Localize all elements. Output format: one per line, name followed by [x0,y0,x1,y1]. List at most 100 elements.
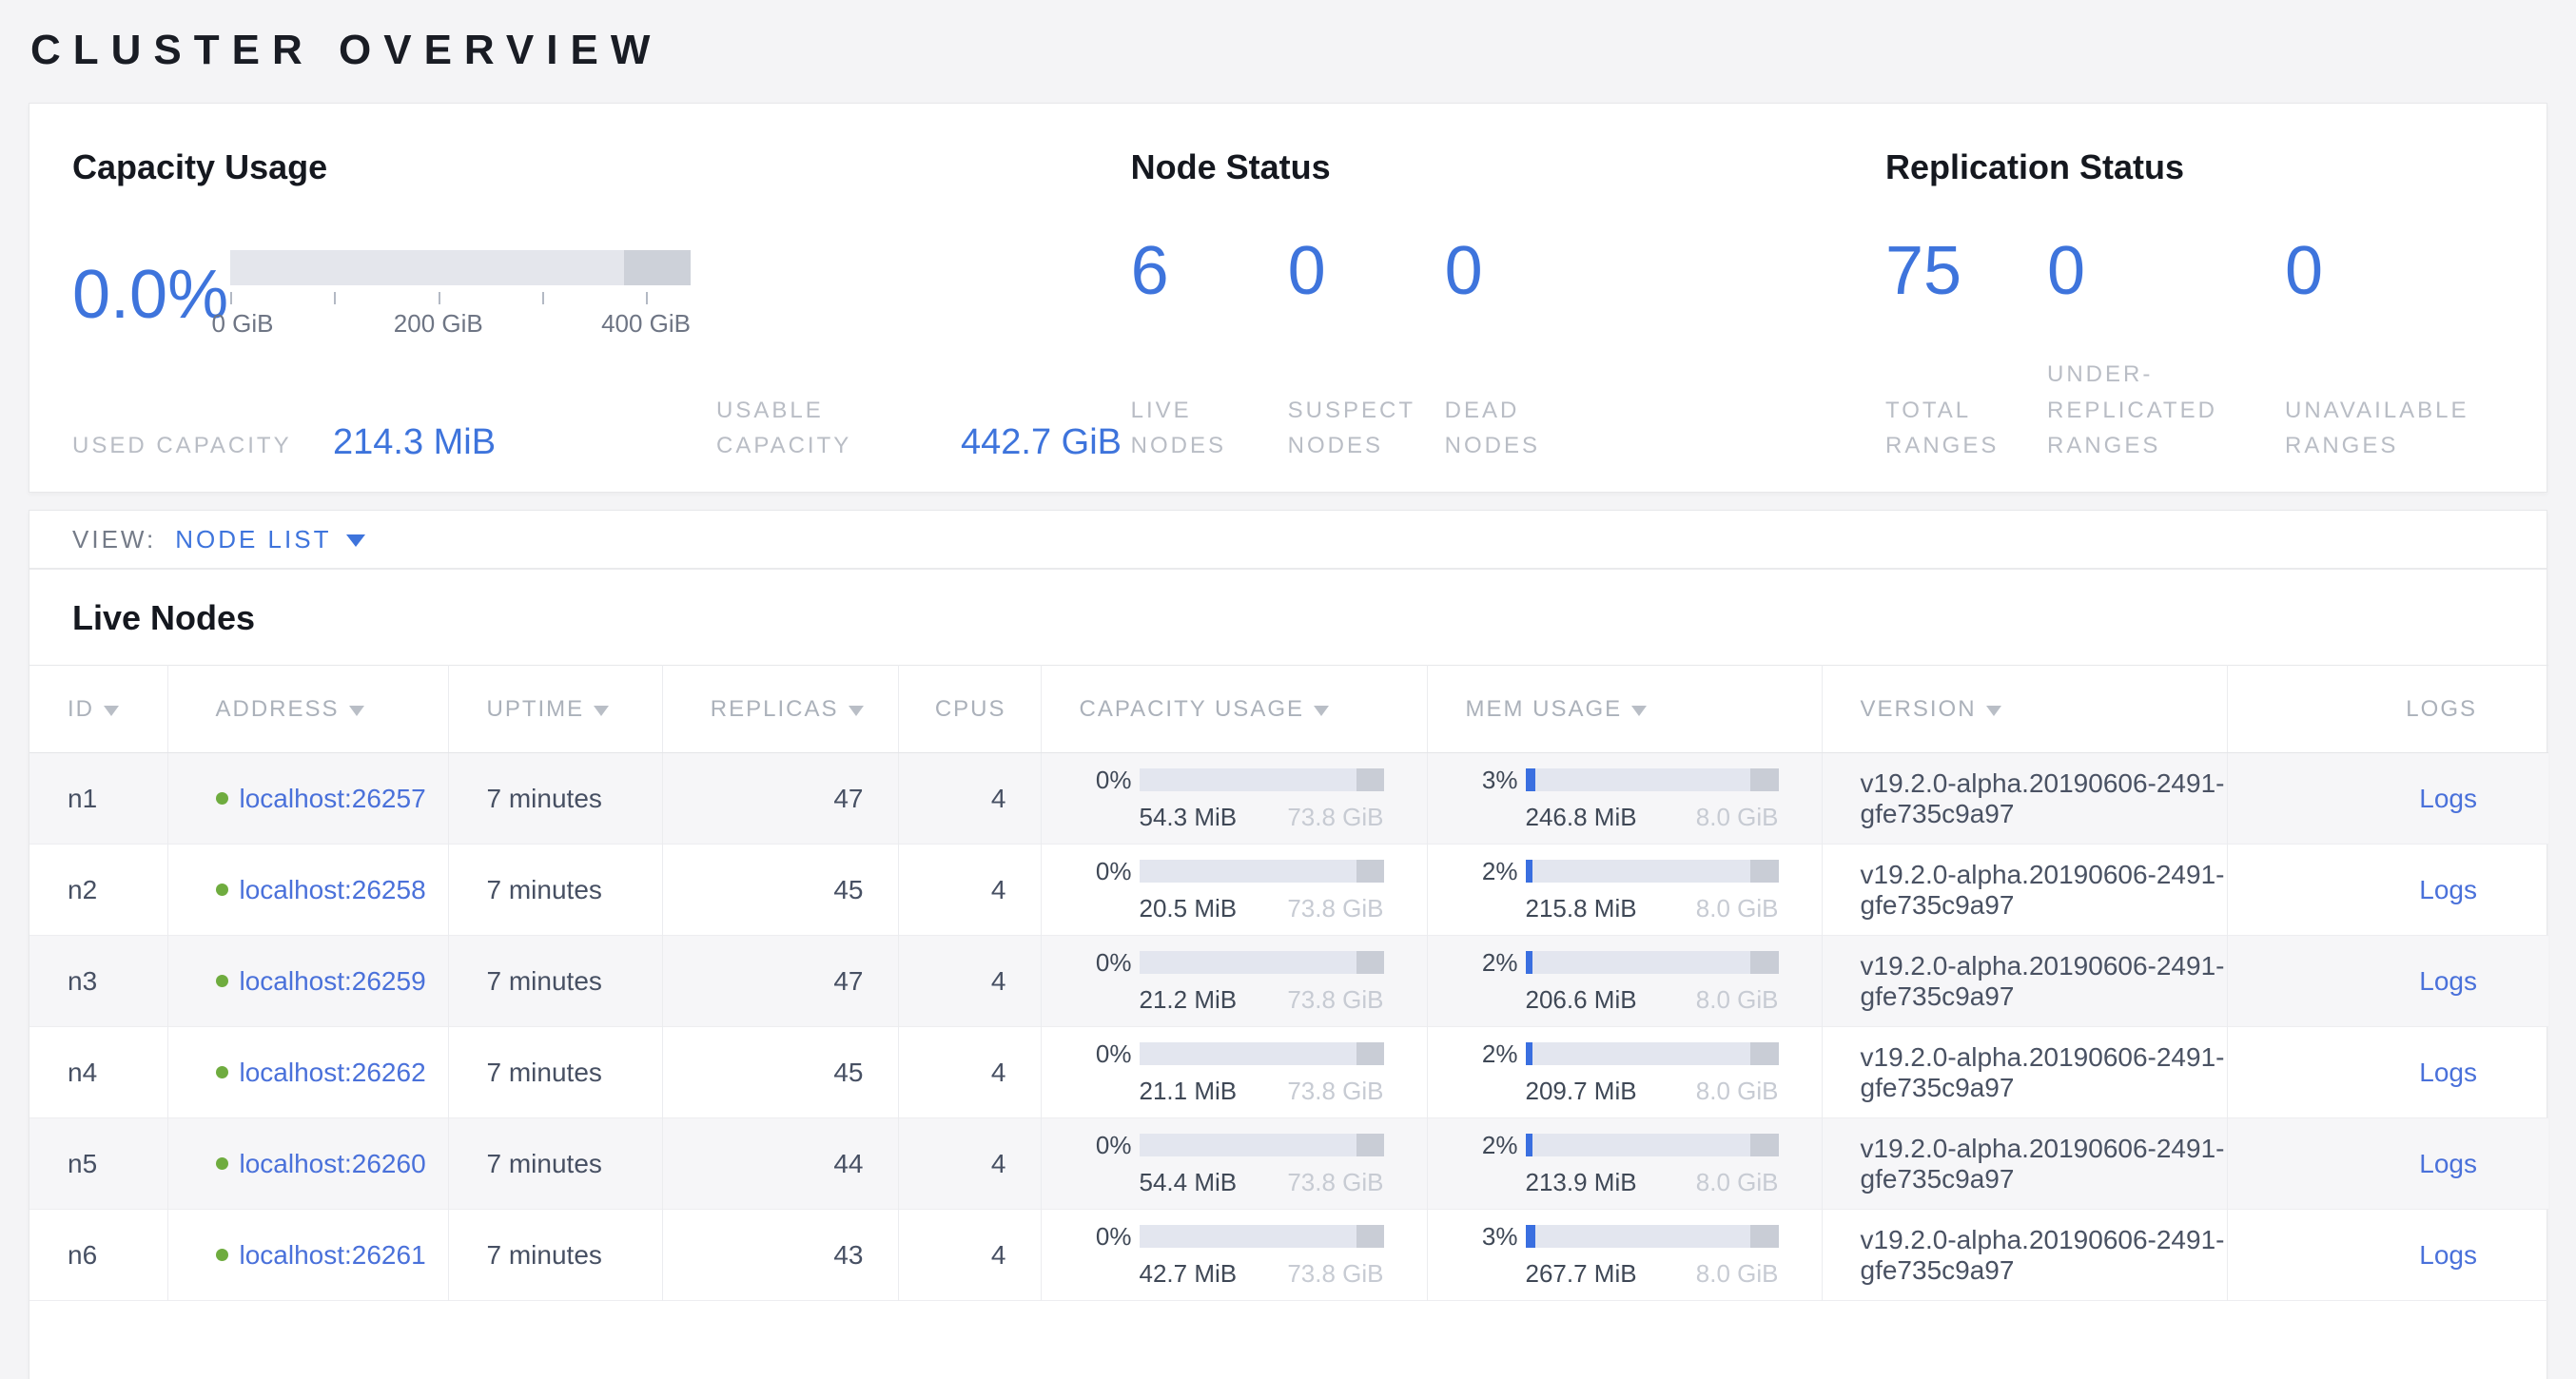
version-cell: v19.2.0-alpha.20190606-2491-gfe735c9a97 [1822,845,2227,936]
suspect-nodes-label: SUSPECT NODES [1288,393,1445,463]
used-capacity-label: USED CAPACITY [72,428,331,463]
mem-used-value: 206.6 MiB [1526,985,1637,1015]
capacity-usage-cell: 0% 54.4 MiB 73.8 GiB [1041,1118,1427,1210]
mem-used-value: 267.7 MiB [1526,1259,1637,1289]
column-header-uptime[interactable]: UPTIME [448,666,662,753]
logs-link[interactable]: Logs [2419,1058,2477,1087]
uptime-cell: 7 minutes [448,1027,662,1118]
unavailable-ranges-value: 0 [2285,237,2504,305]
mem-usage-bar [1526,1225,1779,1248]
capacity-total-value: 73.8 GiB [1287,985,1383,1015]
view-selector-dropdown[interactable]: NODE LIST [175,525,365,554]
capacity-usage-title: Capacity Usage [72,147,1131,187]
capacity-usage-section: Capacity Usage 0.0% [72,147,1131,492]
column-header-address[interactable]: ADDRESS [167,666,448,753]
mem-percent-label: 2% [1466,1039,1518,1069]
node-address-cell: localhost:26257 [167,753,448,845]
capacity-bar-unusable-segment [624,250,691,285]
mem-usage-cell: 2% 213.9 MiB 8.0 GiB [1427,1118,1822,1210]
node-address-link[interactable]: localhost:26261 [240,1240,426,1270]
node-address-link[interactable]: localhost:26259 [240,966,426,996]
column-header-capacity-usage[interactable]: CAPACITY USAGE [1041,666,1427,753]
node-live-status-icon [216,1066,228,1078]
column-header-replicas[interactable]: REPLICAS [662,666,898,753]
uptime-cell: 7 minutes [448,1118,662,1210]
capacity-percent-label: 0% [1080,948,1132,978]
capacity-usage-bar [1140,951,1384,974]
uptime-cell: 7 minutes [448,1210,662,1301]
node-address-cell: localhost:26261 [167,1210,448,1301]
dead-nodes-label: DEAD NODES [1445,393,1602,463]
total-ranges-stat: 75 TOTAL RANGES [1885,237,2047,463]
mem-total-value: 8.0 GiB [1696,803,1779,832]
unavailable-ranges-label: UNAVAILABLE RANGES [2285,393,2504,463]
cpus-cell: 4 [898,1027,1041,1118]
logs-link[interactable]: Logs [2419,784,2477,813]
table-row: n3 localhost:26259 7 minutes 47 4 0% 21.… [29,936,2548,1027]
column-header-logs: LOGS [2227,666,2548,753]
mem-usage-bar [1526,1134,1779,1156]
under-replicated-ranges-label: UNDER-REPLICATED RANGES [2047,357,2285,463]
capacity-percent: 0.0% [72,261,230,329]
capacity-total-value: 73.8 GiB [1287,894,1383,923]
total-ranges-label: TOTAL RANGES [1885,393,2047,463]
logs-link[interactable]: Logs [2419,1240,2477,1270]
capacity-used-value: 54.3 MiB [1140,803,1238,832]
replicas-cell: 47 [662,753,898,845]
node-address-link[interactable]: localhost:26257 [240,784,426,813]
under-replicated-ranges-stat: 0 UNDER-REPLICATED RANGES [2047,237,2285,463]
mem-total-value: 8.0 GiB [1696,1259,1779,1289]
dead-nodes-value: 0 [1445,237,1602,305]
cpus-cell: 4 [898,1118,1041,1210]
mem-used-value: 215.8 MiB [1526,894,1637,923]
view-bar: VIEW: NODE LIST [29,511,2547,570]
used-capacity-value: 214.3 MiB [333,423,496,463]
node-address-link[interactable]: localhost:26262 [240,1058,426,1087]
live-nodes-value: 6 [1131,237,1288,305]
axis-label-400: 400 GiB [601,309,691,339]
capacity-usage-cell: 0% 42.7 MiB 73.8 GiB [1041,1210,1427,1301]
cluster-overview-page: CLUSTER OVERVIEW Capacity Usage 0.0% [0,0,2576,1379]
column-header-id[interactable]: ID [29,666,167,753]
node-id-cell: n3 [29,936,167,1027]
column-header-mem-usage[interactable]: MEM USAGE [1427,666,1822,753]
capacity-used-value: 21.2 MiB [1140,985,1238,1015]
replication-status-title: Replication Status [1885,147,2504,187]
node-live-status-icon [216,1157,228,1170]
capacity-total-value: 73.8 GiB [1287,1168,1383,1197]
unavailable-ranges-stat: 0 UNAVAILABLE RANGES [2285,237,2504,463]
capacity-percent-label: 0% [1080,857,1132,886]
logs-cell: Logs [2227,1027,2548,1118]
logs-link[interactable]: Logs [2419,1149,2477,1178]
view-selected-option: NODE LIST [175,525,331,554]
capacity-used-value: 42.7 MiB [1140,1259,1238,1289]
logs-cell: Logs [2227,1118,2548,1210]
node-address-link[interactable]: localhost:26258 [240,875,426,904]
logs-link[interactable]: Logs [2419,875,2477,904]
sort-arrow-icon [349,706,364,716]
mem-usage-bar [1526,1042,1779,1065]
table-row: n2 localhost:26258 7 minutes 45 4 0% 20.… [29,845,2548,936]
node-address-link[interactable]: localhost:26260 [240,1149,426,1178]
logs-link[interactable]: Logs [2419,966,2477,996]
capacity-percent-label: 0% [1080,1131,1132,1160]
mem-usage-bar [1526,860,1779,883]
node-address-cell: localhost:26262 [167,1027,448,1118]
live-nodes-label: LIVE NODES [1131,393,1288,463]
replicas-cell: 43 [662,1210,898,1301]
logs-cell: Logs [2227,845,2548,936]
mem-usage-cell: 2% 215.8 MiB 8.0 GiB [1427,845,1822,936]
mem-usage-bar [1526,768,1779,791]
suspect-nodes-value: 0 [1288,237,1445,305]
capacity-usage-bar [1140,768,1384,791]
node-address-cell: localhost:26259 [167,936,448,1027]
total-ranges-value: 75 [1885,237,2047,305]
column-header-version[interactable]: VERSION [1822,666,2227,753]
mem-percent-label: 2% [1466,1131,1518,1160]
table-row: n4 localhost:26262 7 minutes 45 4 0% 21.… [29,1027,2548,1118]
suspect-nodes-stat: 0 SUSPECT NODES [1288,237,1445,463]
capacity-used-value: 54.4 MiB [1140,1168,1238,1197]
capacity-used-value: 20.5 MiB [1140,894,1238,923]
node-address-cell: localhost:26260 [167,1118,448,1210]
page-title: CLUSTER OVERVIEW [30,27,2547,74]
